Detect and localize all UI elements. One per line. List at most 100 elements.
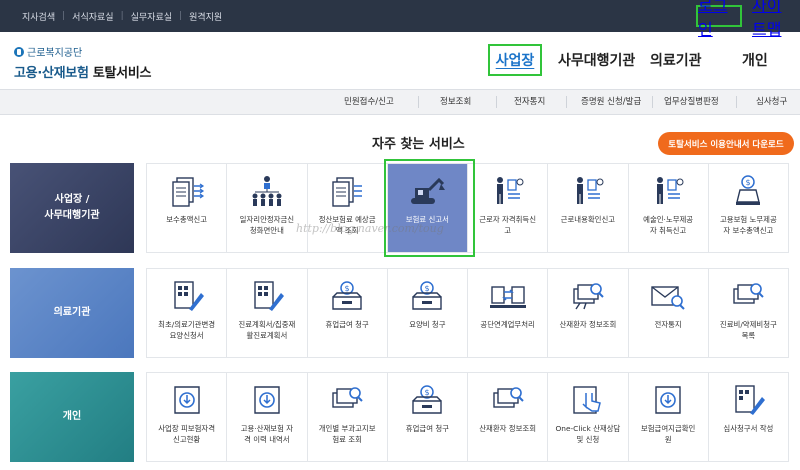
card-label: 개인별 부과고지보 험료 조회 <box>318 424 376 444</box>
service-card-initial-care-request[interactable]: 최초/의료기관변경 요양신청서 <box>146 268 228 358</box>
nav-agency[interactable]: 사무대행기관 <box>558 50 635 70</box>
row-title-label: 사업장 / 사무대행기관 <box>44 194 100 221</box>
login-button[interactable]: 로그인 <box>696 0 742 39</box>
submenu-item-appeal[interactable]: 심사청구 <box>756 90 787 114</box>
card-label: 휴업급여 청구 <box>325 320 369 329</box>
nav-personal[interactable]: 개인 <box>742 50 768 70</box>
guide-download-button[interactable]: 토탈서비스 이용안내서 다운로드 <box>658 132 794 155</box>
nav-business-label[interactable]: 사업장 <box>496 50 535 70</box>
card-label: 고용·산재보험 자 격 이력 내역서 <box>240 424 294 444</box>
submenu-item-disease[interactable]: 업무상질병판정 <box>664 90 719 114</box>
service-card-labor-provider-pay[interactable]: $ 고용보험 노무제공 자 보수총액신고 <box>707 163 789 253</box>
service-card-appeal-write[interactable]: 심사청구서 작성 <box>707 372 789 462</box>
service-card-job-stability[interactable]: 일자리안정자금신 청화면안내 <box>226 163 308 253</box>
divider <box>418 96 419 108</box>
submenu-item-info[interactable]: 정보조회 <box>440 90 471 114</box>
search-card-icon <box>492 387 524 408</box>
service-card-work-confirmation[interactable]: 근로내용확인신고 <box>547 163 629 253</box>
row-title: 의료기관 <box>10 268 134 358</box>
money-box-icon: $ <box>332 281 362 310</box>
search-card-icon <box>733 283 765 304</box>
service-name: 고용·산재보험 토탈서비스 <box>14 62 151 81</box>
org-label: 근로복지공단 <box>27 48 83 59</box>
row-title: 개인 <box>10 372 134 462</box>
submenu-item-complaint[interactable]: 민원접수/신고 <box>344 90 394 114</box>
nav-business[interactable]: 사업장 <box>488 44 542 76</box>
login-label[interactable]: 로그인 <box>698 0 740 40</box>
nav-medical[interactable]: 의료기관 <box>650 50 702 70</box>
comwel-logo-icon <box>14 46 24 57</box>
service-cards: 사업장 피보험자격 신고현황 고용·산재보험 자 격 이력 내역서 개인별 부과… <box>146 372 796 462</box>
mail-search-icon <box>651 286 685 310</box>
worker-id-icon <box>496 177 524 204</box>
document-list-icon <box>171 177 204 207</box>
sitemap-label[interactable]: 사이트맵 <box>752 0 796 40</box>
card-label: 최초/의료기관변경 요양신청서 <box>158 320 216 340</box>
card-label: 진료비/약제비청구 목록 <box>719 320 777 340</box>
service-name-blue: 고용·산재보험 <box>14 66 89 81</box>
card-label: 심사청구서 작성 <box>723 424 774 433</box>
search-card-icon <box>573 283 604 310</box>
divider: | <box>62 11 66 21</box>
card-label: 일자리안정자금신 청화면안내 <box>239 215 295 235</box>
row-title-label: 개인 <box>62 411 82 422</box>
divider <box>736 96 737 108</box>
org-name: 근로복지공단 <box>14 44 151 59</box>
service-card-pay-report[interactable]: 보수총액신고 <box>146 163 228 253</box>
service-card-treatment-plan[interactable]: 진료계획서/집중재 활진료계획서 <box>226 268 308 358</box>
service-card-benefit-confirmation[interactable]: 보험급여지급확인 원 <box>627 372 709 462</box>
util-link-forms[interactable]: 서식자료실 <box>72 10 113 23</box>
service-card-leave-benefit-claim[interactable]: $ 휴업급여 청구 <box>306 268 388 358</box>
divider: | <box>179 11 183 21</box>
service-card-medical-fee-claim-list[interactable]: 진료비/약제비청구 목록 <box>707 268 789 358</box>
card-label: 산재환자 정보조회 <box>559 320 617 329</box>
service-card-patient-info[interactable]: 산재환자 정보조회 <box>547 268 629 358</box>
service-card-artist-acquisition[interactable]: 예술인·노무제공 자 취득신고 <box>627 163 709 253</box>
form-pen-icon <box>173 281 204 311</box>
service-card-individual-premium[interactable]: 개인별 부과고지보 험료 조회 <box>306 372 388 462</box>
service-card-e-notice[interactable]: 전자통지 <box>627 268 709 358</box>
card-label: 근로내용확인신고 <box>560 215 616 224</box>
service-card-settlement-estimate[interactable]: 정산보험료 예상금 액 조회 <box>306 163 388 253</box>
worker-id-icon <box>657 177 684 204</box>
people-org-icon <box>252 176 282 206</box>
card-label: 예술인·노무제공 자 취득신고 <box>643 215 694 235</box>
submenu-item-e-notice[interactable]: 전자통지 <box>514 90 545 114</box>
card-label: One-Click 산재상담 및 신청 <box>555 424 621 444</box>
form-pen-icon <box>254 281 284 311</box>
card-label: 전자통지 <box>654 320 682 329</box>
service-card-insured-status[interactable]: 사업장 피보험자격 신고현황 <box>146 372 228 462</box>
service-card-premium-report[interactable]: 보험료 신고서 <box>386 163 468 253</box>
document-list-icon <box>332 177 363 207</box>
divider <box>652 96 653 108</box>
util-link-practical-docs[interactable]: 실무자료실 <box>131 10 172 23</box>
service-card-qualification-history[interactable]: 고용·산재보험 자 격 이력 내역서 <box>226 372 308 462</box>
service-card-one-click-consult[interactable]: One-Click 산재상담 및 신청 <box>547 372 629 462</box>
card-label: 고용보험 노무제공 자 보수총액신고 <box>720 215 777 235</box>
submenu-item-certificate[interactable]: 증명원 신청/발급 <box>581 90 641 114</box>
sitemap-button[interactable]: 사이트맵 <box>752 0 796 39</box>
service-card-linked-work[interactable]: 공단연계업무처리 <box>467 268 549 358</box>
util-link-remote-support[interactable]: 원격지원 <box>189 10 222 23</box>
service-card-leave-benefit-claim-personal[interactable]: $ 휴업급여 청구 <box>386 372 468 462</box>
service-card-patient-info-personal[interactable]: 산재환자 정보조회 <box>467 372 549 462</box>
util-link-branch-search[interactable]: 지사검색 <box>22 10 55 23</box>
svg-text:$: $ <box>746 178 751 187</box>
transfer-icon <box>489 286 526 308</box>
divider <box>566 96 567 108</box>
card-label: 휴업급여 청구 <box>405 424 449 433</box>
card-label: 공단연계업무처리 <box>480 320 535 329</box>
row-title: 사업장 / 사무대행기관 <box>10 163 134 253</box>
inbox-download-icon <box>254 386 280 414</box>
service-card-care-cost-claim[interactable]: $ 요양비 청구 <box>386 268 468 358</box>
card-label: 진료계획서/집중재 활진료계획서 <box>238 320 296 340</box>
site-logo[interactable]: 근로복지공단 고용·산재보험 토탈서비스 <box>14 44 151 81</box>
service-cards: 보수총액신고 일자리안정자금신 청화면안내 정산보험료 예상금 액 조회 보험료… <box>146 163 796 253</box>
service-card-acquisition-report[interactable]: 근로자 자격취득신 고 <box>467 163 549 253</box>
money-bag-icon: $ <box>736 175 761 205</box>
svg-text:$: $ <box>425 388 430 397</box>
divider: | <box>120 11 124 21</box>
card-label: 근로자 자격취득신 고 <box>479 215 536 235</box>
card-label: 보험급여지급확인 원 <box>640 424 696 444</box>
worker-id-icon <box>576 177 604 204</box>
